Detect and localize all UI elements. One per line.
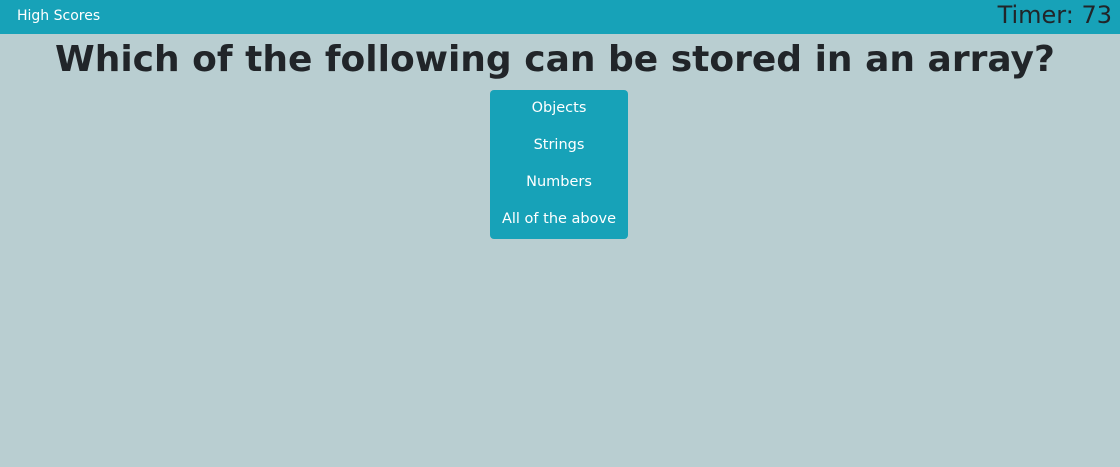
answer-button-strings[interactable]: Strings — [490, 127, 628, 164]
timer-display: Timer: 73 — [997, 1, 1112, 29]
answer-button-objects[interactable]: Objects — [490, 90, 628, 127]
top-navbar: High Scores Timer: 73 — [0, 0, 1120, 34]
answer-button-all-of-the-above[interactable]: All of the above — [490, 201, 628, 238]
answer-list: Objects Strings Numbers All of the above — [490, 90, 628, 239]
question-text: Which of the following can be stored in … — [55, 39, 1055, 80]
answer-button-numbers[interactable]: Numbers — [490, 164, 628, 201]
high-scores-link[interactable]: High Scores — [17, 7, 100, 25]
